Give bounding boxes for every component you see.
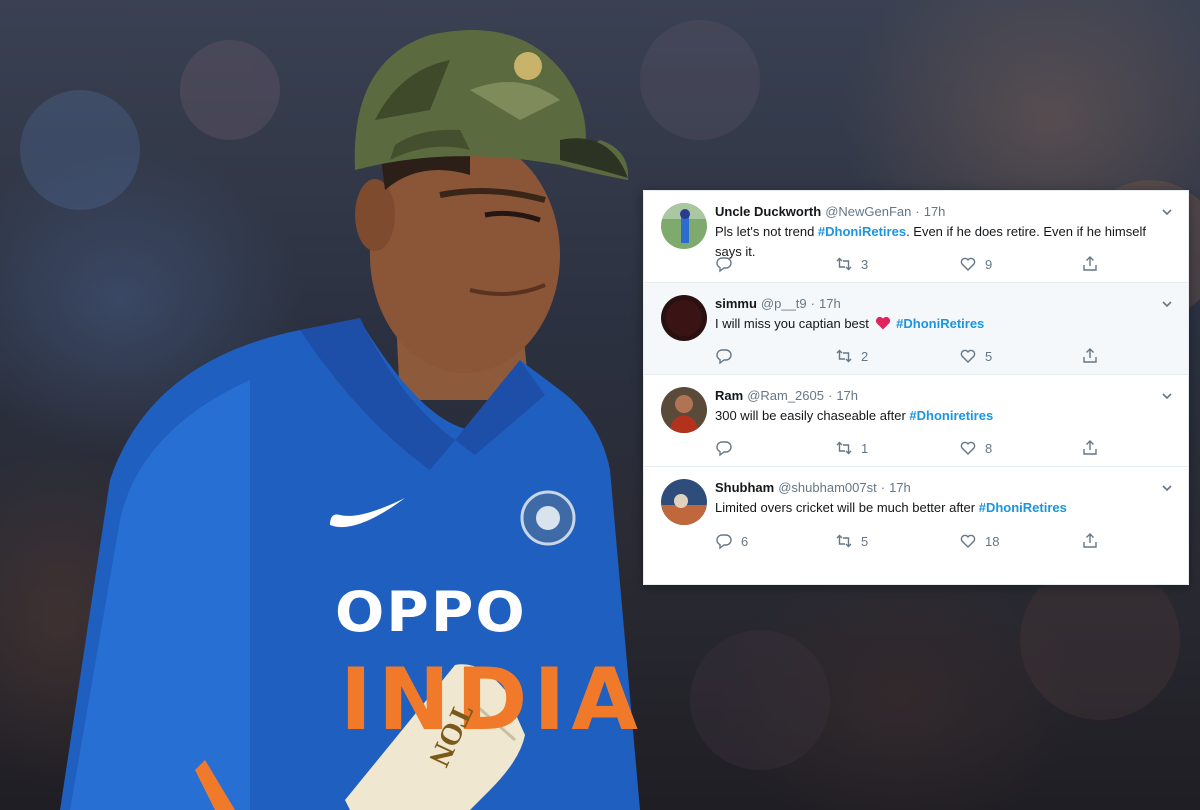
red-heart-emoji: [875, 316, 890, 330]
like-button[interactable]: 5: [959, 346, 992, 366]
tweet-actions: 6 5 18: [715, 531, 1105, 551]
chevron-down-icon[interactable]: [1160, 389, 1174, 403]
timestamp[interactable]: 17h: [836, 388, 858, 403]
reply-button[interactable]: [715, 254, 741, 274]
like-button[interactable]: 8: [959, 438, 992, 458]
tweet-header: Shubham @shubham007st · 17h: [715, 480, 911, 495]
tweet-text: 300 will be easily chaseable after #Dhon…: [715, 408, 994, 423]
share-icon: [1083, 256, 1097, 271]
display-name[interactable]: Ram: [715, 388, 743, 403]
avatar[interactable]: [661, 387, 707, 433]
share-button[interactable]: [1081, 254, 1107, 274]
hashtag-link[interactable]: #DhoniRetires: [896, 316, 984, 331]
share-icon: [1083, 533, 1097, 548]
display-name[interactable]: Shubham: [715, 480, 774, 495]
share-icon: [1083, 440, 1097, 455]
timestamp[interactable]: 17h: [924, 204, 946, 219]
timestamp[interactable]: 17h: [819, 296, 841, 311]
timestamp[interactable]: 17h: [889, 480, 911, 495]
like-icon: [960, 441, 976, 455]
reply-icon: [716, 349, 732, 365]
user-handle[interactable]: @Ram_2605: [747, 388, 824, 403]
share-icon: [1083, 348, 1097, 363]
tweet-header: simmu @p__t9 · 17h: [715, 296, 841, 311]
tweets-screenshot: Uncle Duckworth @NewGenFan · 17h Pls let's …: [643, 190, 1189, 585]
tweet-actions: 3 9: [715, 254, 1105, 274]
like-icon: [960, 534, 976, 548]
share-button[interactable]: [1081, 531, 1107, 551]
hashtag-link[interactable]: #Dhoniretires: [909, 408, 993, 423]
retweet-button[interactable]: 5: [835, 531, 868, 551]
share-button[interactable]: [1081, 346, 1107, 366]
shirt-country-text: INDIA: [340, 650, 644, 750]
tweet-actions: 2 5: [715, 346, 1105, 366]
tweet-actions: 1 8: [715, 438, 1105, 458]
retweet-icon: [836, 349, 852, 363]
reply-button[interactable]: [715, 346, 741, 366]
avatar[interactable]: [661, 295, 707, 341]
user-handle[interactable]: @p__t9: [761, 296, 807, 311]
avatar[interactable]: [661, 203, 707, 249]
chevron-down-icon[interactable]: [1160, 205, 1174, 219]
reply-icon: [716, 441, 732, 457]
retweet-icon: [836, 534, 852, 548]
tweet-header: Ram @Ram_2605 · 17h: [715, 388, 859, 403]
retweet-button[interactable]: 2: [835, 346, 868, 366]
like-icon: [960, 257, 976, 271]
avatar[interactable]: [661, 479, 707, 525]
reply-button[interactable]: 6: [715, 531, 748, 551]
reply-icon: [716, 534, 732, 550]
tweet[interactable]: Ram @Ram_2605 · 17h 300 will be easily chas…: [644, 375, 1188, 467]
like-button[interactable]: 9: [959, 254, 992, 274]
tweet-text: Limited overs cricket will be much bette…: [715, 500, 1067, 515]
tweet[interactable]: simmu @p__t9 · 17h I will miss you captian …: [644, 283, 1188, 375]
tweet-header: Uncle Duckworth @NewGenFan · 17h: [715, 204, 946, 219]
retweet-icon: [836, 257, 852, 271]
shirt-sponsor-text: OPPO: [335, 579, 527, 645]
like-button[interactable]: 18: [959, 531, 999, 551]
tweet[interactable]: Uncle Duckworth @NewGenFan · 17h Pls let's …: [644, 191, 1188, 283]
retweet-button[interactable]: 3: [835, 254, 868, 274]
user-handle[interactable]: @NewGenFan: [825, 204, 911, 219]
chevron-down-icon[interactable]: [1160, 297, 1174, 311]
share-button[interactable]: [1081, 438, 1107, 458]
reply-icon: [716, 257, 732, 273]
user-handle[interactable]: @shubham007st: [778, 480, 876, 495]
tweet-text: I will miss you captian best #DhoniRetir…: [715, 316, 985, 331]
hashtag-link[interactable]: #DhoniRetires: [818, 224, 906, 239]
display-name[interactable]: simmu: [715, 296, 757, 311]
tweet[interactable]: Shubham @shubham007st · 17h Limited overs c…: [644, 467, 1188, 559]
like-icon: [960, 349, 976, 363]
retweet-icon: [836, 441, 852, 455]
reply-button[interactable]: [715, 438, 741, 458]
hashtag-link[interactable]: #DhoniRetires: [979, 500, 1067, 515]
display-name[interactable]: Uncle Duckworth: [715, 204, 821, 219]
chevron-down-icon[interactable]: [1160, 481, 1174, 495]
retweet-button[interactable]: 1: [835, 438, 868, 458]
